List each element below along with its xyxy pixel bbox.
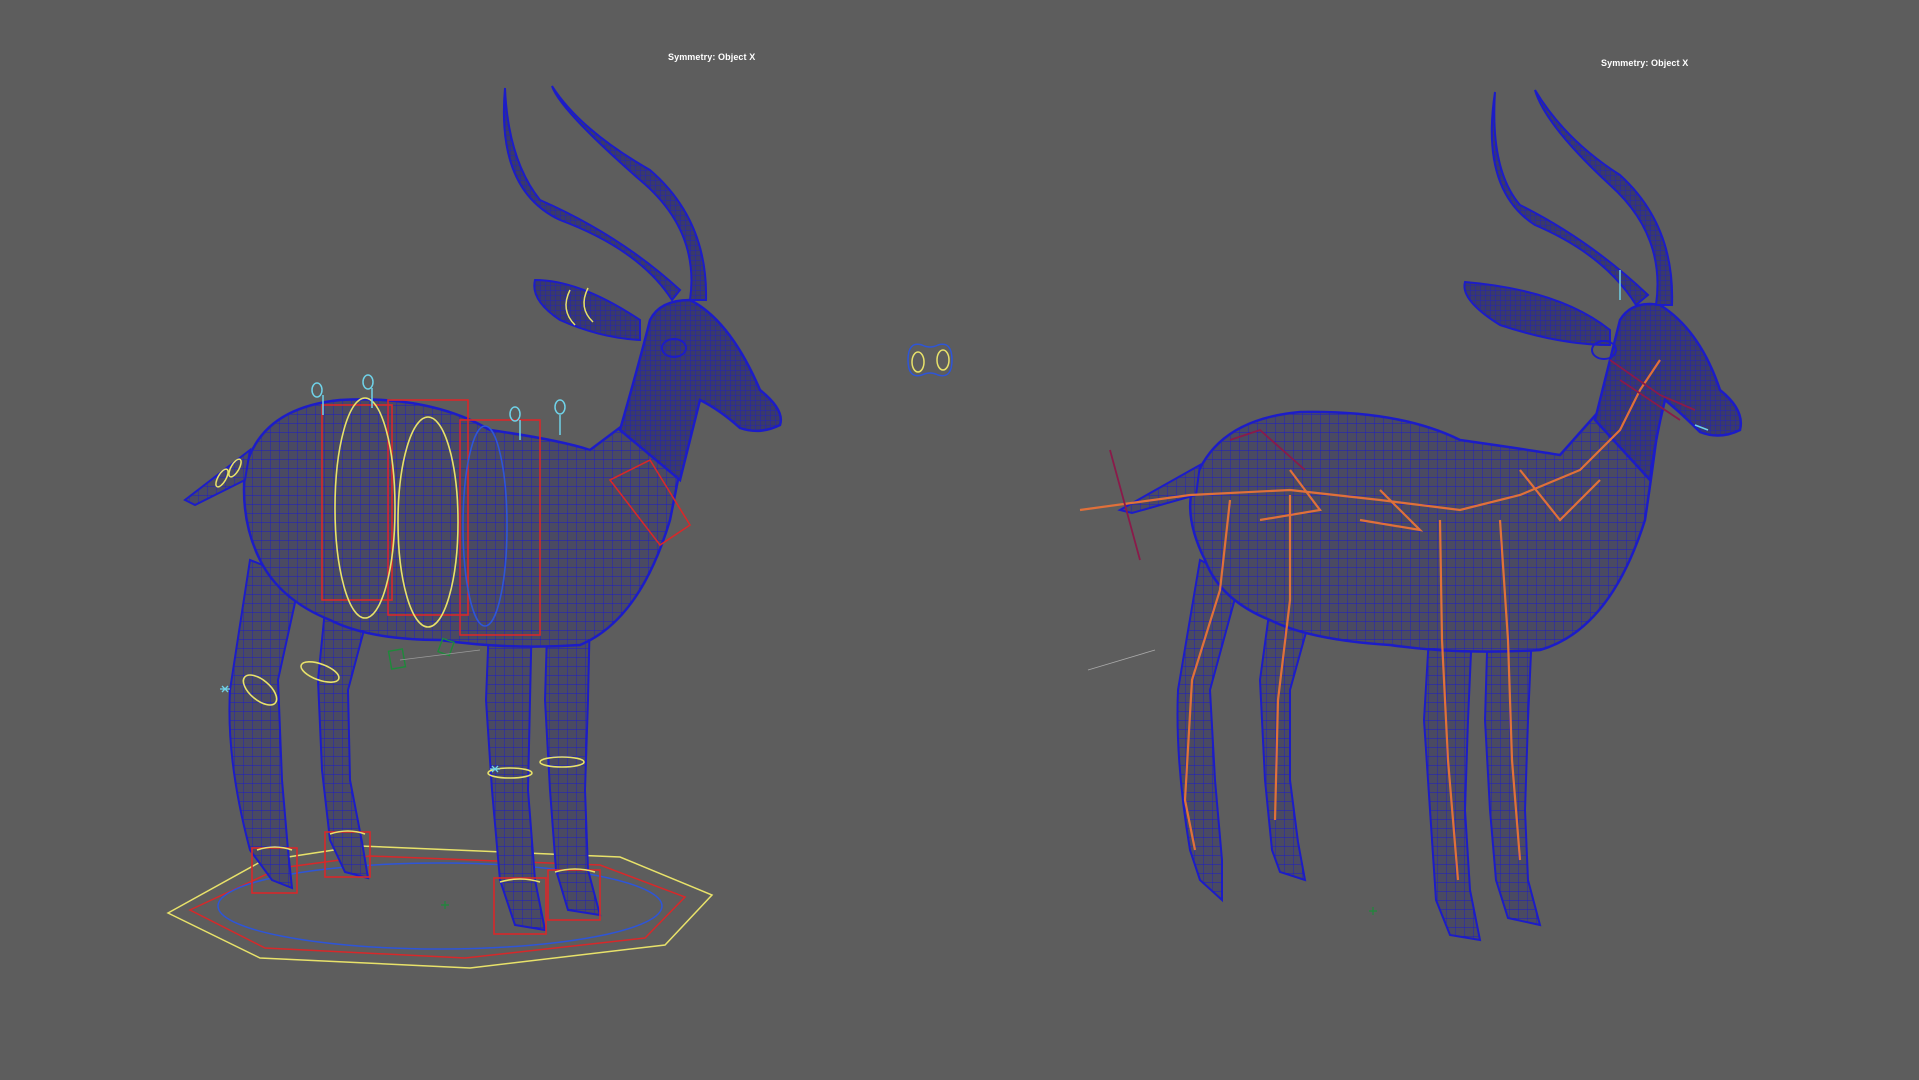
pivot-cross-icon	[441, 901, 449, 909]
viewport-right[interactable]: Symmetry: Object X	[960, 0, 1919, 1080]
skinned-antelope-wireframe-with-joints[interactable]	[960, 0, 1919, 1080]
main-floor-control[interactable]	[166, 845, 714, 969]
pivot-cross-icon	[1369, 907, 1377, 915]
guide-line	[1087, 649, 1156, 671]
eye-aim-control-icon[interactable]	[900, 335, 960, 385]
viewport-left[interactable]: Symmetry: Object X	[0, 0, 960, 1080]
rigged-antelope-wireframe[interactable]	[0, 0, 960, 1080]
